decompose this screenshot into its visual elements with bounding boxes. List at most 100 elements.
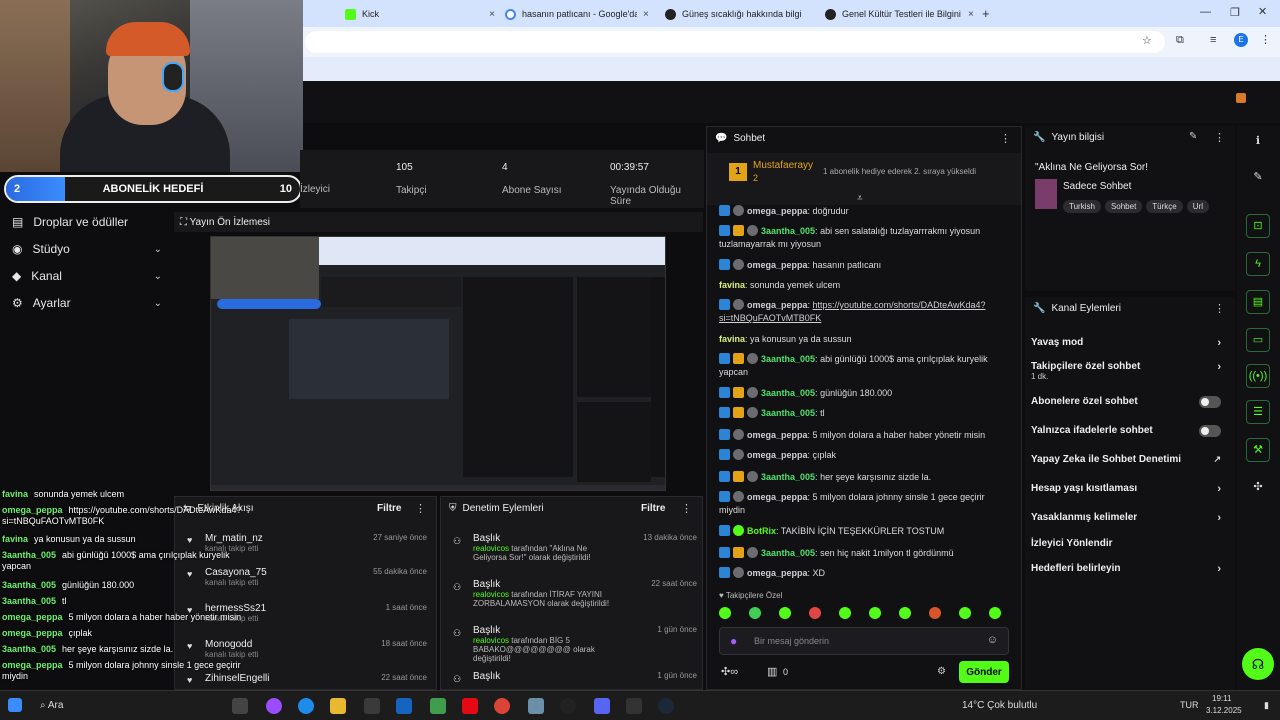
channel-points-icon[interactable]: ✣∞ bbox=[721, 665, 738, 678]
more-icon[interactable]: ⋮ bbox=[1214, 131, 1225, 144]
edit-icon[interactable]: ✎ bbox=[1189, 131, 1197, 142]
info-icon[interactable]: ℹ bbox=[1246, 130, 1270, 154]
chat-username[interactable]: omega_peppa bbox=[747, 450, 808, 460]
chat-bubble-icon[interactable]: ▭ bbox=[1246, 328, 1270, 352]
star-icon[interactable]: ☆ bbox=[1142, 34, 1152, 47]
chat-username[interactable]: 3aantha_005 bbox=[761, 548, 815, 558]
more-icon[interactable]: ⋮ bbox=[1214, 302, 1225, 315]
mod-filter-button[interactable]: Filtre bbox=[641, 503, 665, 514]
discord-icon[interactable] bbox=[594, 698, 610, 714]
file-explorer-icon[interactable] bbox=[330, 698, 346, 714]
url-input[interactable] bbox=[305, 31, 1165, 53]
lightning-icon[interactable]: ϟ bbox=[1246, 252, 1270, 276]
maximize-icon[interactable]: ❐ bbox=[1230, 6, 1240, 19]
copilot-icon[interactable] bbox=[266, 698, 282, 714]
gold-badge-icon bbox=[733, 353, 744, 364]
tab-gunes[interactable]: Güneş sıcaklığı hakkında bilgi bbox=[665, 4, 815, 24]
chat-username[interactable]: 3aantha_005 bbox=[761, 472, 815, 482]
chat-username[interactable]: favina bbox=[719, 334, 745, 344]
chat-input[interactable]: ● Bir mesaj gönderin ☺ bbox=[719, 627, 1009, 655]
activity-filter-button[interactable]: Filtre bbox=[377, 503, 401, 514]
menu-icon[interactable]: ⋮ bbox=[1260, 33, 1271, 46]
more-icon[interactable]: ⋮ bbox=[415, 502, 426, 515]
chat-username[interactable]: favina bbox=[719, 280, 745, 290]
minimize-icon[interactable]: — bbox=[1200, 6, 1211, 18]
action-slow-mode[interactable]: Yavaş mod › bbox=[1031, 337, 1227, 349]
profile-avatar[interactable]: E bbox=[1234, 33, 1248, 47]
task-view-icon[interactable] bbox=[232, 698, 248, 714]
action-banned-words[interactable]: Yasaklanmış kelimeler › bbox=[1031, 512, 1227, 524]
tab-google[interactable]: hasanın patlıcanı - Google'da A × bbox=[505, 4, 653, 24]
netflix-icon[interactable] bbox=[462, 698, 478, 714]
whatsapp-icon[interactable] bbox=[430, 698, 446, 714]
settings-app-icon[interactable] bbox=[528, 698, 544, 714]
chat-username[interactable]: 3aantha_005 bbox=[761, 408, 815, 418]
emote-bar[interactable] bbox=[719, 605, 1009, 621]
broadcast-icon[interactable]: ((•)) bbox=[1246, 364, 1270, 388]
windows-start-icon[interactable] bbox=[8, 698, 22, 712]
action-subscribers-only[interactable]: Abonelere özel sohbet bbox=[1031, 396, 1227, 408]
clock-date[interactable]: 3.12.2025 bbox=[1206, 706, 1242, 715]
chat-username[interactable]: 3aantha_005 bbox=[761, 226, 815, 236]
sidebar-item-studio[interactable]: ◉ Stüdyo ⌄ bbox=[12, 242, 162, 256]
sidebar-item-channel[interactable]: ◆ Kanal ⌄ bbox=[12, 269, 162, 283]
action-raid[interactable]: İzleyici Yönlendir bbox=[1031, 538, 1227, 549]
chat-username[interactable]: 3aantha_005 bbox=[761, 388, 815, 398]
close-icon[interactable]: × bbox=[643, 9, 649, 20]
tab-genel-kultur[interactable]: Genel Kültür Testleri ile Bilgini T × bbox=[825, 4, 975, 24]
chat-username[interactable]: omega_peppa bbox=[747, 206, 808, 216]
steam-icon[interactable] bbox=[658, 698, 674, 714]
chat-username[interactable]: omega_peppa bbox=[747, 568, 808, 578]
new-tab-button[interactable]: + bbox=[982, 6, 990, 21]
capcut-icon[interactable] bbox=[626, 698, 642, 714]
pencil-icon[interactable]: ✎ bbox=[1246, 166, 1270, 190]
chat-username[interactable]: omega_peppa bbox=[747, 492, 808, 502]
stream-preview[interactable] bbox=[210, 236, 666, 491]
tool-icon[interactable]: ⚒ bbox=[1246, 438, 1270, 462]
notification-icon[interactable] bbox=[1236, 93, 1246, 103]
store-icon[interactable] bbox=[364, 698, 380, 714]
emote-picker-icon[interactable]: ☺ bbox=[987, 634, 998, 646]
chrome-icon[interactable] bbox=[494, 698, 510, 714]
more-icon[interactable]: ⋮ bbox=[681, 502, 692, 515]
sidebar-item-drops[interactable]: ▤ Droplar ve ödüller bbox=[12, 215, 162, 229]
action-followers-only[interactable]: Takipçilere özel sohbet 1 dk. › bbox=[1031, 361, 1227, 381]
chevron-down-icon[interactable]: ⩡ bbox=[857, 193, 863, 204]
taskbar-search-icon[interactable]: ⌕ Ara bbox=[40, 700, 63, 711]
more-icon[interactable]: ⋮ bbox=[1000, 132, 1011, 145]
action-account-age[interactable]: Hesap yaşı kısıtlaması › bbox=[1031, 483, 1227, 495]
chat-username[interactable]: omega_peppa bbox=[747, 300, 808, 310]
language-indicator[interactable]: TUR bbox=[1180, 700, 1199, 710]
reading-list-icon[interactable]: ≡ bbox=[1210, 34, 1216, 46]
chat-username[interactable]: omega_peppa bbox=[747, 260, 808, 270]
chatgpt-app-icon[interactable] bbox=[560, 698, 576, 714]
extensions-icon[interactable]: ⧉ bbox=[1176, 34, 1184, 47]
chat-username[interactable]: omega_peppa bbox=[747, 430, 808, 440]
support-icon[interactable]: ☊ bbox=[1242, 648, 1274, 680]
notifications-icon[interactable]: ▮ bbox=[1264, 700, 1269, 711]
gift-icon[interactable]: ▥ bbox=[767, 665, 777, 678]
subscribers-only-toggle[interactable] bbox=[1199, 396, 1221, 408]
screenshot-icon[interactable]: ⊡ bbox=[1246, 214, 1270, 238]
action-ai-moderation[interactable]: Yapay Zeka ile Sohbet Denetimi ↗ bbox=[1031, 454, 1227, 465]
send-button[interactable]: Gönder bbox=[959, 661, 1009, 683]
chat-username[interactable]: BotRix bbox=[747, 526, 776, 536]
outlook-icon[interactable] bbox=[396, 698, 412, 714]
document-icon[interactable]: ▤ bbox=[1246, 290, 1270, 314]
clock-time[interactable]: 19:11 bbox=[1212, 694, 1231, 703]
edge-icon[interactable] bbox=[298, 698, 314, 714]
close-window-icon[interactable]: ✕ bbox=[1258, 5, 1267, 18]
stack-icon[interactable]: ☰ bbox=[1246, 400, 1270, 424]
close-icon[interactable]: × bbox=[489, 9, 495, 20]
mic-icon[interactable]: ● bbox=[730, 634, 737, 648]
action-emote-only[interactable]: Yalnızca ifadelerle sohbet bbox=[1031, 425, 1227, 437]
settings-icon[interactable]: ⚙ bbox=[937, 666, 946, 677]
emote-only-toggle[interactable] bbox=[1199, 425, 1221, 437]
tab-kick[interactable]: Kick × bbox=[345, 4, 495, 24]
weather-widget[interactable]: 14°C Çok bulutlu bbox=[962, 700, 1037, 711]
chat-username[interactable]: 3aantha_005 bbox=[761, 354, 815, 364]
apps-icon[interactable]: ✣ bbox=[1246, 476, 1270, 500]
close-icon[interactable]: × bbox=[968, 9, 974, 20]
sidebar-item-settings[interactable]: ⚙ Ayarlar ⌄ bbox=[12, 296, 162, 310]
action-set-goals[interactable]: Hedefleri belirleyin › bbox=[1031, 563, 1227, 575]
